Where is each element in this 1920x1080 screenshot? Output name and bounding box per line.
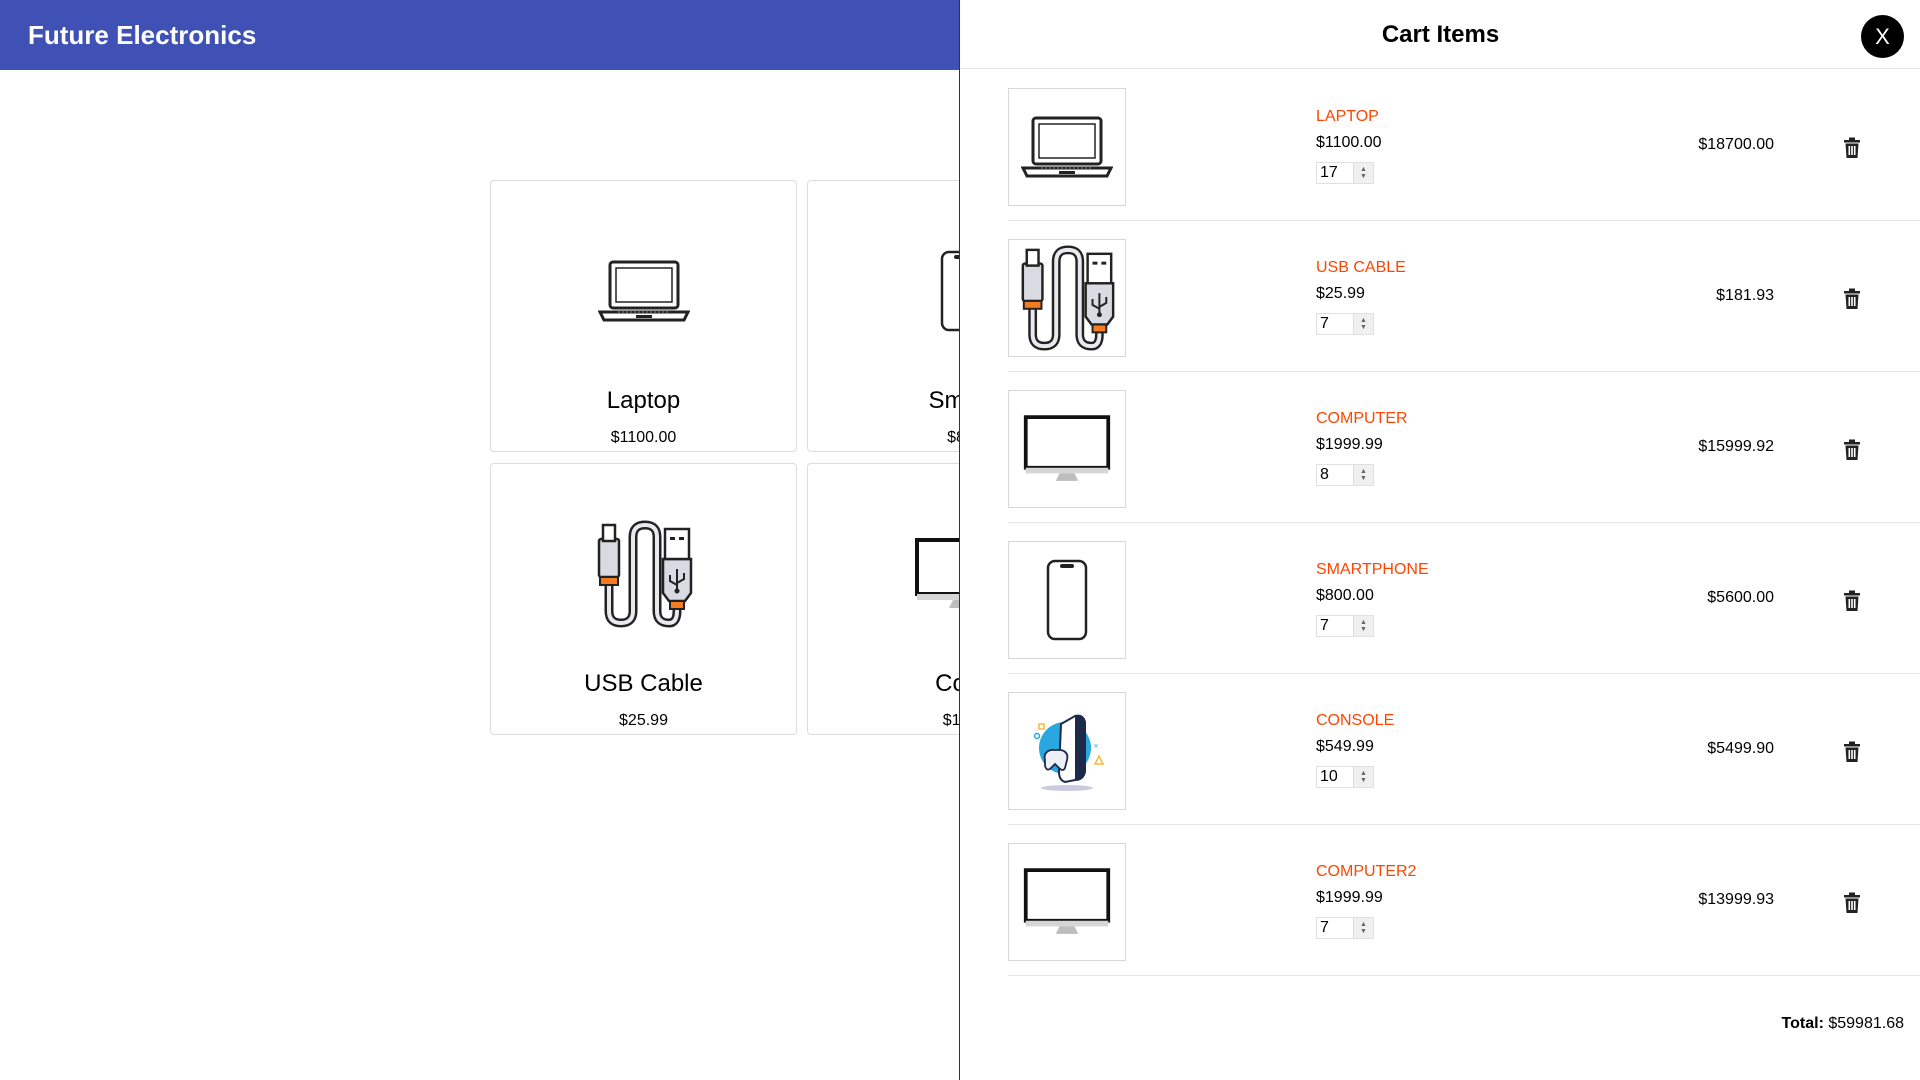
svg-text:×: × [1093, 742, 1099, 750]
quantity-stepper[interactable]: 17 ▲ ▼ [1316, 162, 1374, 184]
cart-total-label: Total: [1781, 1015, 1824, 1032]
cart-item-price: $1999.99 [1316, 889, 1383, 906]
product-name: Smart [928, 387, 960, 414]
quantity-value[interactable]: 8 [1317, 466, 1353, 484]
cart-item-name: CONSOLE [1316, 712, 1395, 729]
cart-item-price: $25.99 [1316, 285, 1365, 302]
smartphone-icon [808, 231, 960, 351]
cart-total: Total: $59981.68 [1782, 1015, 1904, 1033]
cart-list: LAPTOP $1100.00 17 ▲ ▼ $18700.00 USB CAB… [1008, 70, 1920, 976]
product-card[interactable]: USB Cable $25.99 [490, 463, 797, 735]
product-price: $1100.00 [610, 429, 677, 446]
product-card[interactable]: Smart $80 [807, 180, 960, 452]
cart-item-name: COMPUTER [1316, 410, 1408, 427]
product-name: USB Cable [584, 670, 703, 697]
product-price: $199 [942, 712, 960, 729]
quantity-value[interactable]: 7 [1317, 617, 1353, 635]
cart-item-total: $5499.90 [1707, 740, 1774, 757]
trash-icon[interactable] [1843, 892, 1861, 914]
spinner-arrows-icon[interactable]: ▲ ▼ [1353, 314, 1373, 334]
cart-item-price: $1999.99 [1316, 436, 1383, 453]
usb-cable-icon [1008, 239, 1126, 357]
spinner-arrows-icon[interactable]: ▲ ▼ [1353, 163, 1373, 183]
cart-total-value: $59981.68 [1828, 1015, 1904, 1032]
computer-icon [808, 514, 960, 634]
cart-item: LAPTOP $1100.00 17 ▲ ▼ $18700.00 [1008, 70, 1920, 221]
trash-icon[interactable] [1843, 439, 1861, 461]
quantity-value[interactable]: 17 [1317, 164, 1353, 182]
console-icon: × [1008, 692, 1126, 810]
cart-item: COMPUTER2 $1999.99 7 ▲ ▼ $13999.93 [1008, 825, 1920, 976]
app-bar: Future Electronics [0, 0, 960, 70]
cart-item-total: $13999.93 [1698, 891, 1774, 908]
computer-icon [1008, 843, 1126, 961]
cart-item: × CONSOLE $549.99 10 ▲ ▼ $5499.90 [1008, 674, 1920, 825]
product-card[interactable]: Laptop $1100.00 [490, 180, 797, 452]
quantity-stepper[interactable]: 7 ▲ ▼ [1316, 917, 1374, 939]
product-name: Com [935, 670, 960, 697]
product-price: $25.99 [619, 712, 668, 729]
cart-item-price: $1100.00 [1316, 134, 1382, 151]
cart-item-total: $181.93 [1716, 287, 1774, 304]
quantity-value[interactable]: 7 [1317, 919, 1353, 937]
cart-item-name: SMARTPHONE [1316, 561, 1429, 578]
cart-item-total: $18700.00 [1698, 136, 1774, 153]
cart-item-name: COMPUTER2 [1316, 863, 1417, 880]
usb-cable-icon [491, 514, 796, 634]
computer-icon [1008, 390, 1126, 508]
app-title: Future Electronics [28, 19, 257, 50]
cart-item: SMARTPHONE $800.00 7 ▲ ▼ $5600.00 [1008, 523, 1920, 674]
smartphone-icon [1008, 541, 1126, 659]
product-name: Laptop [606, 387, 681, 414]
cart-title: Cart Items [1381, 21, 1500, 48]
trash-icon[interactable] [1843, 288, 1861, 310]
cart-item-name: USB CABLE [1316, 259, 1406, 276]
close-button[interactable]: X [1861, 15, 1904, 58]
cart-header: Cart Items X [960, 0, 1920, 69]
trash-icon[interactable] [1843, 137, 1861, 159]
spinner-arrows-icon[interactable]: ▲ ▼ [1353, 767, 1373, 787]
laptop-icon [1008, 88, 1126, 206]
cart-item-total: $5600.00 [1707, 589, 1774, 606]
cart-item-total: $15999.92 [1698, 438, 1774, 455]
spinner-arrows-icon[interactable]: ▲ ▼ [1353, 616, 1373, 636]
trash-icon[interactable] [1843, 741, 1861, 763]
spinner-arrows-icon[interactable]: ▲ ▼ [1353, 918, 1373, 938]
cart-item: COMPUTER $1999.99 8 ▲ ▼ $15999.92 [1008, 372, 1920, 523]
quantity-value[interactable]: 10 [1317, 768, 1353, 786]
trash-icon[interactable] [1843, 590, 1861, 612]
quantity-stepper[interactable]: 7 ▲ ▼ [1316, 615, 1374, 637]
quantity-stepper[interactable]: 8 ▲ ▼ [1316, 464, 1374, 486]
cart-item-price: $800.00 [1316, 587, 1374, 604]
cart-item-price: $549.99 [1316, 738, 1374, 755]
cart-item: USB CABLE $25.99 7 ▲ ▼ $181.93 [1008, 221, 1920, 372]
spinner-arrows-icon[interactable]: ▲ ▼ [1353, 465, 1373, 485]
quantity-value[interactable]: 7 [1317, 315, 1353, 333]
product-price: $80 [947, 429, 960, 446]
product-card[interactable]: Com $199 [807, 463, 960, 735]
quantity-stepper[interactable]: 10 ▲ ▼ [1316, 766, 1374, 788]
cart-item-name: LAPTOP [1316, 108, 1379, 125]
laptop-icon [491, 231, 796, 351]
cart-drawer: Cart Items X LAPTOP $1100.00 17 ▲ ▼ $1870… [959, 0, 1920, 1080]
quantity-stepper[interactable]: 7 ▲ ▼ [1316, 313, 1374, 335]
store-page: Future Electronics Laptop $1100.00 Sm $ … [0, 0, 960, 1080]
